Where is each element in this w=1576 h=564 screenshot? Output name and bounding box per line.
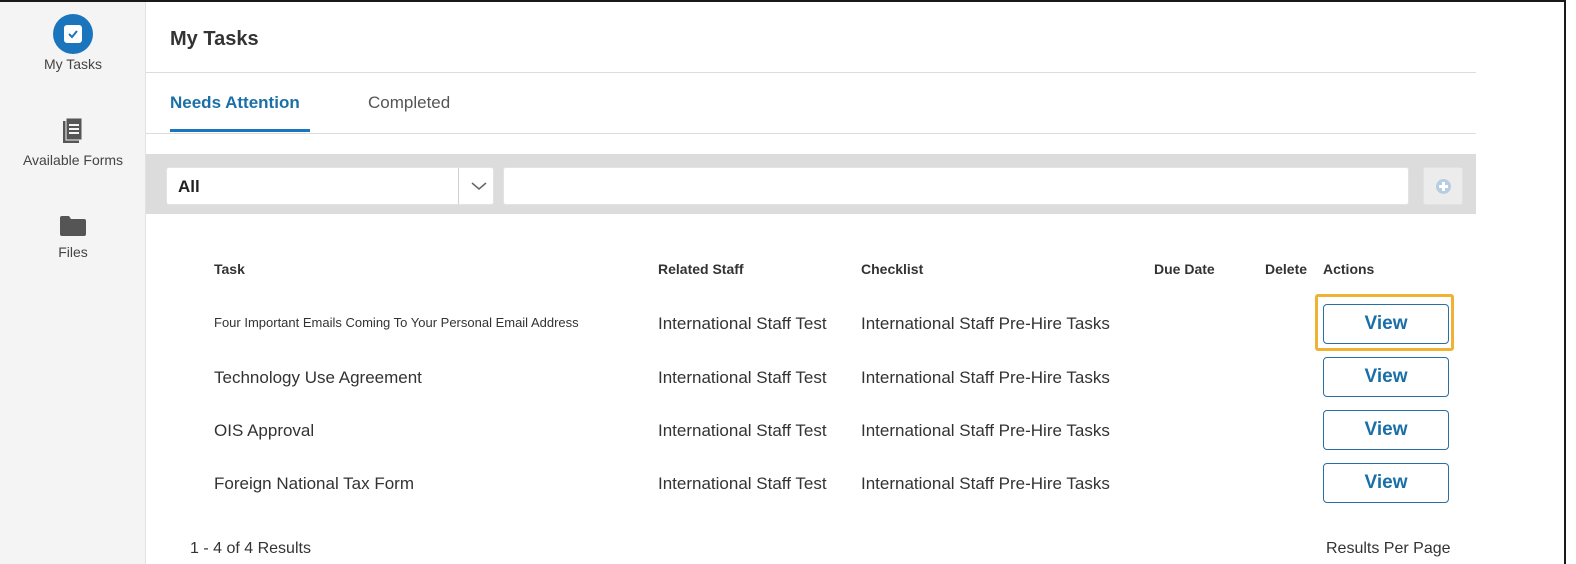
folder-icon xyxy=(60,216,86,236)
plus-circle-icon xyxy=(1436,179,1451,194)
table-row: Technology Use Agreement International S… xyxy=(0,352,1576,404)
document-icon xyxy=(63,118,83,143)
view-button[interactable]: View xyxy=(1323,410,1449,450)
column-header-related-staff: Related Staff xyxy=(658,261,744,277)
task-name: Technology Use Agreement xyxy=(214,368,422,387)
divider xyxy=(146,72,1476,73)
sidebar-item-available-forms[interactable]: Available Forms xyxy=(0,118,146,168)
checklist-name: International Staff Pre-Hire Tasks xyxy=(861,474,1110,493)
filter-select-value: All xyxy=(178,177,200,196)
view-button[interactable]: View xyxy=(1323,357,1449,397)
checklist-name: International Staff Pre-Hire Tasks xyxy=(861,368,1110,387)
active-tab-indicator xyxy=(170,129,310,132)
page-title: My Tasks xyxy=(170,28,259,50)
sidebar-item-my-tasks[interactable]: My Tasks xyxy=(0,14,146,72)
sidebar-item-label: Available Forms xyxy=(22,152,124,168)
related-staff: International Staff Test xyxy=(658,368,827,387)
task-name: OIS Approval xyxy=(214,421,315,440)
checkbox-icon xyxy=(53,14,93,54)
checklist-name: International Staff Pre-Hire Tasks xyxy=(861,314,1110,333)
results-count: 1 - 4 of 4 Results xyxy=(190,540,311,557)
column-header-checklist: Checklist xyxy=(861,261,924,277)
column-header-due-date: Due Date xyxy=(1154,261,1215,277)
table-row: OIS Approval International Staff Test In… xyxy=(0,405,1576,457)
table-row: Foreign National Tax Form International … xyxy=(0,458,1576,510)
tab-completed[interactable]: Completed xyxy=(368,93,450,113)
tab-needs-attention[interactable]: Needs Attention xyxy=(170,93,300,113)
sidebar-item-label: Files xyxy=(58,244,88,260)
chevron-down-icon xyxy=(471,182,487,190)
add-button[interactable] xyxy=(1423,167,1463,205)
filter-select[interactable]: All xyxy=(166,167,494,205)
sidebar-item-label: My Tasks xyxy=(43,56,103,72)
task-name: Four Important Emails Coming To Your Per… xyxy=(214,315,579,330)
column-header-task: Task xyxy=(214,261,245,277)
view-button-highlight xyxy=(1315,294,1454,351)
results-per-page-label: Results Per Page xyxy=(1326,540,1451,557)
select-divider xyxy=(458,168,459,204)
sidebar-item-files[interactable]: Files xyxy=(0,216,146,260)
column-header-actions: Actions xyxy=(1323,261,1375,277)
search-input[interactable] xyxy=(503,167,1409,205)
related-staff: International Staff Test xyxy=(658,314,827,333)
checklist-name: International Staff Pre-Hire Tasks xyxy=(861,421,1110,440)
task-name: Foreign National Tax Form xyxy=(214,474,414,493)
divider xyxy=(146,133,1476,134)
filter-bar: All xyxy=(146,154,1476,214)
view-button[interactable]: View xyxy=(1323,463,1449,503)
column-header-delete: Delete xyxy=(1265,261,1308,277)
related-staff: International Staff Test xyxy=(658,421,827,440)
related-staff: International Staff Test xyxy=(658,474,827,493)
